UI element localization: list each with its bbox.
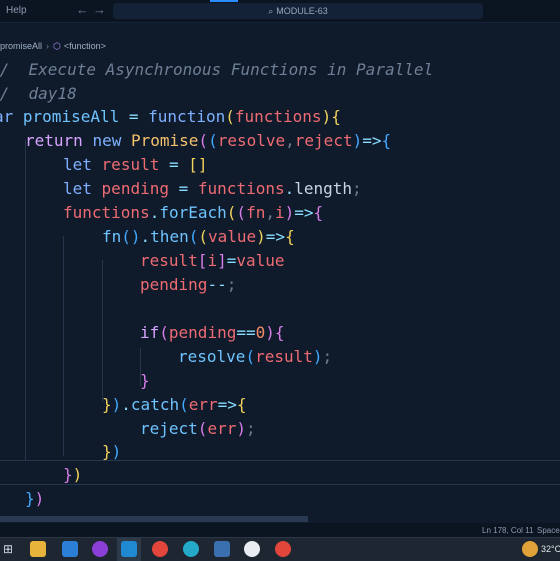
indentation-setting[interactable]: Spaces (537, 526, 560, 535)
python-idle-icon[interactable] (214, 541, 230, 557)
app-icon[interactable] (244, 541, 260, 557)
accent-indicator (210, 0, 238, 2)
terminal-icon[interactable] (62, 541, 78, 557)
code-line: } (140, 371, 150, 390)
code-line: reject(err); (140, 419, 256, 438)
cursor-position[interactable]: Ln 178, Col 11 (482, 526, 533, 535)
code-line: }) (63, 465, 83, 484)
edge-icon[interactable] (183, 541, 199, 557)
weather-temperature[interactable]: 32°C (541, 544, 560, 554)
function-symbol-icon: ⬡ (53, 41, 61, 51)
code-line: result[i]=value (140, 251, 285, 270)
chrome-icon[interactable] (152, 541, 168, 557)
comment-text: // Execute Asynchronous Functions in Par… (0, 60, 434, 79)
code-line: }).catch(err=>{ (102, 395, 247, 414)
search-icon: ⌕ (268, 6, 274, 16)
code-line: }) (25, 489, 45, 508)
breadcrumb-file[interactable]: promiseAll (0, 41, 42, 51)
breadcrumb-symbol[interactable]: <function> (64, 41, 106, 51)
code-line: let pending = functions.length; (63, 179, 362, 198)
code-line: // day18 (0, 82, 77, 106)
code-line: if(pending==0){ (140, 323, 285, 342)
horizontal-scrollbar[interactable] (0, 516, 308, 522)
file-explorer-icon[interactable] (30, 541, 46, 557)
indent-guide (63, 236, 64, 456)
vscode-icon[interactable] (121, 541, 137, 557)
status-bar: Ln 178, Col 11 Spaces (0, 523, 560, 537)
github-icon[interactable] (92, 541, 108, 557)
search-text: MODULE-63 (276, 6, 328, 16)
code-line: resolve(result); (178, 347, 333, 366)
breadcrumb: promiseAll › ⬡ <function> (0, 41, 106, 57)
forward-arrow-icon[interactable]: → (93, 2, 106, 17)
code-line: let result = [] (63, 155, 208, 174)
indent-guide (25, 140, 26, 460)
code-line: fn().then((value)=>{ (102, 227, 295, 246)
code-line: return new Promise((resolve,reject)=>{ (25, 131, 392, 150)
code-line: }) (102, 442, 122, 461)
taskbar: ⊞ 32°C (0, 537, 560, 561)
windows-start-icon[interactable]: ⊞ (0, 541, 16, 557)
title-bar: Help ← → ⌕ MODULE-63 (0, 0, 560, 23)
code-line: // Execute Asynchronous Functions in Par… (0, 58, 433, 82)
code-editor[interactable]: // Execute Asynchronous Functions in Par… (0, 58, 560, 514)
code-line: pending--; (140, 275, 237, 294)
command-center-search[interactable]: ⌕ MODULE-63 (113, 3, 483, 19)
chevron-right-icon: › (46, 41, 50, 51)
current-line-highlight (0, 460, 560, 485)
code-line: ar promiseAll = function(functions){ (0, 107, 341, 126)
indent-guide (102, 260, 103, 402)
menu-help[interactable]: Help (6, 5, 27, 16)
chrome-profile-icon[interactable] (275, 541, 291, 557)
code-line: functions.forEach((fn,i)=>{ (63, 203, 324, 222)
back-arrow-icon[interactable]: ← (76, 2, 89, 17)
weather-icon (522, 541, 538, 557)
comment-text: // day18 (0, 84, 77, 103)
